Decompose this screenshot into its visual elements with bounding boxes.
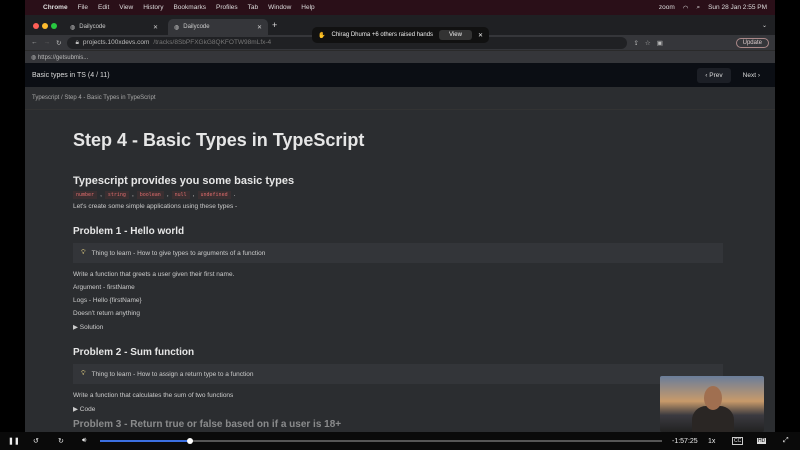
reload-icon[interactable]: ↻ bbox=[56, 39, 61, 47]
intro-heading: Typescript provides you some basic types bbox=[73, 175, 295, 187]
type-code: string bbox=[104, 191, 129, 199]
code-toggle[interactable]: ▶ Code bbox=[73, 405, 727, 413]
globe-icon: ◍ bbox=[174, 24, 180, 31]
update-button[interactable]: Update bbox=[735, 37, 769, 48]
webcam-overlay bbox=[660, 376, 764, 432]
intro-text: Let's create some simple applications us… bbox=[73, 203, 238, 210]
tab-label: Dailycode bbox=[79, 24, 106, 30]
type-code: undefined bbox=[197, 191, 231, 199]
bookmark-label: https://getsubmis... bbox=[37, 54, 89, 61]
tab-label: Dailycode bbox=[183, 24, 210, 30]
lightbulb-icon: 💡︎ bbox=[81, 370, 86, 377]
captions-button[interactable]: CC bbox=[732, 437, 744, 445]
problem-text: Logs - Hello {firstName} bbox=[73, 297, 142, 304]
problem-3-heading: Problem 3 - Return true or false based o… bbox=[73, 419, 342, 430]
window-controls[interactable] bbox=[33, 16, 60, 34]
breadcrumb-current: Step 4 - Basic Types in TypeScript bbox=[64, 95, 156, 101]
browser-window: Chrome File Edit View History Bookmarks … bbox=[25, 0, 775, 432]
problem-text: Write a function that greets a user give… bbox=[73, 271, 235, 278]
rewind-icon[interactable]: ↺ bbox=[33, 437, 39, 445]
mac-menubar: Chrome File Edit View History Bookmarks … bbox=[25, 0, 775, 15]
problem-text: Doesn't return anything bbox=[73, 310, 141, 317]
breadcrumb-typescript[interactable]: Typescript bbox=[32, 95, 59, 101]
fullscreen-icon[interactable]: ⤢ bbox=[783, 437, 789, 445]
menu-profiles[interactable]: Profiles bbox=[216, 4, 238, 11]
forward-icon[interactable]: → bbox=[44, 39, 51, 46]
star-icon[interactable]: ☆ bbox=[645, 39, 651, 47]
globe-icon: ◍ bbox=[70, 24, 76, 31]
menu-app[interactable]: Chrome bbox=[43, 4, 68, 11]
page-header: Basic types in TS (4 / 11) ‹ Prev Next › bbox=[25, 63, 775, 87]
volume-icon[interactable]: 🔊︎ bbox=[82, 437, 86, 445]
prev-button[interactable]: ‹ Prev bbox=[697, 67, 731, 83]
seek-handle[interactable] bbox=[186, 438, 193, 444]
video-controls: ❚❚ ↺ ↻ 🔊︎ -1:57:25 1x CC HD ⤢ bbox=[0, 432, 800, 450]
raised-hands-toast: ✋ Chirag Dhuma +6 others raised hands Vi… bbox=[312, 27, 489, 43]
lock-icon: 🔒︎ bbox=[75, 38, 79, 46]
next-label: Next bbox=[742, 71, 757, 79]
problem-text: Write a function that calculates the sum… bbox=[73, 392, 234, 399]
chevron-down-icon[interactable]: ⌄ bbox=[762, 22, 767, 29]
clock[interactable]: Sun 28 Jan 2:55 PM bbox=[708, 4, 767, 12]
close-icon[interactable]: ✕ bbox=[478, 32, 483, 39]
close-icon[interactable]: ✕ bbox=[257, 24, 262, 31]
menu-history[interactable]: History bbox=[143, 4, 163, 11]
close-icon[interactable]: ✕ bbox=[153, 24, 158, 31]
menu-view[interactable]: View bbox=[119, 4, 133, 11]
quality-button[interactable]: HD bbox=[757, 438, 767, 444]
new-tab-icon[interactable]: + bbox=[272, 20, 277, 30]
time-remaining: -1:57:25 bbox=[672, 437, 698, 445]
type-code: number bbox=[73, 191, 98, 199]
back-icon[interactable]: ← bbox=[31, 39, 38, 46]
url-host: projects.100xdevs.com bbox=[82, 39, 150, 46]
type-code: boolean bbox=[136, 191, 164, 199]
seek-progress bbox=[100, 440, 190, 442]
next-button[interactable]: Next › bbox=[734, 67, 768, 83]
prev-label: Prev bbox=[709, 71, 723, 79]
hand-icon: ✋ bbox=[318, 32, 326, 39]
speed-button[interactable]: 1x bbox=[708, 438, 715, 445]
callout: 💡︎ Thing to learn - How to assign a retur… bbox=[73, 364, 723, 384]
menu-file[interactable]: File bbox=[78, 4, 88, 11]
solution-toggle[interactable]: ▶ Solution bbox=[73, 323, 727, 331]
type-code: null bbox=[171, 191, 190, 199]
problem-1-heading: Problem 1 - Hello world bbox=[73, 226, 185, 237]
menu-edit[interactable]: Edit bbox=[98, 4, 109, 11]
tab-dailycode-2[interactable]: ◍ Dailycode ✕ bbox=[168, 19, 268, 35]
bookmarks-bar: ◍ https://getsubmis... bbox=[25, 50, 775, 63]
problem-text: Argument - firstName bbox=[73, 284, 135, 291]
view-button[interactable]: View bbox=[439, 30, 472, 40]
bookmark-item[interactable]: ◍ https://getsubmis... bbox=[31, 54, 88, 61]
types-list: number, string, boolean, null, undefined… bbox=[73, 191, 727, 199]
url-path: /tracks/8SbPFXGkG8QKFOTW98mLfx-4 bbox=[153, 39, 272, 46]
zoom-status[interactable]: zoom bbox=[659, 4, 675, 12]
page-title: Step 4 - Basic Types in TypeScript bbox=[73, 130, 365, 150]
tab-dailycode-1[interactable]: ◍ Dailycode ✕ bbox=[64, 19, 164, 35]
callout: 💡︎ Thing to learn - How to give types to … bbox=[73, 243, 723, 263]
forward-icon[interactable]: ↻ bbox=[58, 437, 64, 445]
breadcrumb: Typescript / Step 4 - Basic Types in Typ… bbox=[25, 87, 775, 110]
track-title: Basic types in TS (4 / 11) bbox=[32, 71, 110, 79]
toast-text: Chirag Dhuma +6 others raised hands bbox=[331, 32, 434, 38]
extensions-icon[interactable]: ▣ bbox=[657, 39, 663, 47]
lightbulb-icon: 💡︎ bbox=[81, 249, 86, 256]
share-icon[interactable]: ⇪ bbox=[633, 39, 638, 47]
search-icon[interactable]: ⌕ bbox=[696, 4, 700, 12]
menu-help[interactable]: Help bbox=[301, 4, 314, 11]
wifi-icon[interactable]: ◠ bbox=[683, 4, 689, 12]
seek-bar[interactable] bbox=[100, 438, 662, 444]
callout-text: Thing to learn - How to assign a return … bbox=[91, 370, 254, 378]
pause-icon[interactable]: ❚❚ bbox=[8, 437, 20, 445]
menu-bookmarks[interactable]: Bookmarks bbox=[173, 4, 206, 11]
menu-tab[interactable]: Tab bbox=[248, 4, 258, 11]
menu-window[interactable]: Window bbox=[268, 4, 291, 11]
problem-2-heading: Problem 2 - Sum function bbox=[73, 347, 195, 358]
callout-text: Thing to learn - How to give types to ar… bbox=[91, 249, 266, 257]
